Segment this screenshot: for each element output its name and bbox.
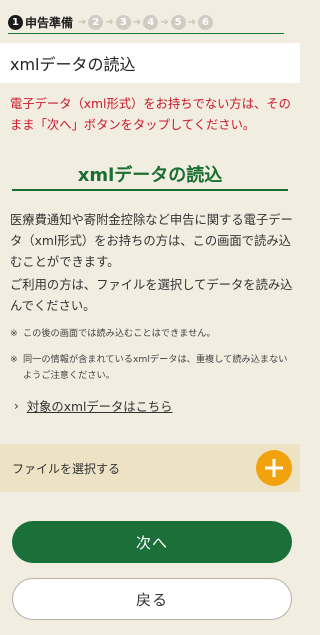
step-arrow-icon: ➔: [160, 16, 169, 28]
step-progress-underline: [8, 33, 284, 34]
step-4-indicator: 4: [143, 14, 159, 30]
step-arrow-icon: ➔: [105, 16, 114, 28]
note-mark: ※: [10, 328, 18, 339]
step-progress: 1 申告準備 ➔ 2 ➔ 3 ➔ 4 ➔ 5 ➔ 6: [0, 0, 300, 36]
step-3-indicator: 3: [115, 14, 131, 30]
note-2: ※ 同一の情報が含まれているxmlデータは、重複して読み込まないようご注意くださ…: [10, 352, 292, 384]
file-select-label: ファイルを選択する: [12, 461, 121, 476]
notice-text: 電子データ（xml形式）をお持ちでない方は、そのまま「次へ」ボタンをタップしてく…: [10, 97, 291, 132]
target-xml-link[interactable]: › 対象のxmlデータはこちら: [14, 396, 172, 416]
description-text: 医療費通知や寄附金控除など申告に関する電子データ（xml形式）をお持ちの方は、こ…: [10, 210, 294, 317]
note-1-text: この後の画面では読み込むことはできません。: [23, 328, 216, 339]
page-title: xmlデータの読込: [0, 43, 300, 83]
chevron-right-icon: ›: [14, 399, 19, 413]
step-arrow-icon: ➔: [132, 16, 142, 28]
note-mark: ※: [10, 354, 18, 365]
target-xml-link-text[interactable]: 対象のxmlデータはこちら: [27, 397, 173, 415]
step-5-indicator: 5: [170, 14, 186, 30]
step-arrow-icon: ➔: [187, 16, 196, 28]
description-paragraph-2: ご利用の方は、ファイルを選択してデータを読み込んでください。: [10, 278, 293, 313]
step-6-indicator: 6: [197, 14, 213, 30]
file-select-bar[interactable]: ファイルを選択する: [0, 444, 300, 492]
plus-icon: [265, 459, 283, 477]
step-1-indicator: 1: [8, 14, 23, 30]
step-arrow-icon: ➔: [78, 16, 87, 28]
description-paragraph-1: 医療費通知や寄附金控除など申告に関する電子データ（xml形式）をお持ちの方は、こ…: [10, 213, 293, 269]
add-file-button[interactable]: [256, 450, 292, 486]
step-2-indicator: 2: [88, 14, 104, 30]
note-1: ※ この後の画面では読み込むことはできません。: [10, 326, 292, 342]
next-button[interactable]: 次へ: [12, 521, 292, 563]
note-2-text: 同一の情報が含まれているxmlデータは、重複して読み込まないようご注意ください。: [23, 354, 288, 381]
section-heading: xmlデータの読込: [12, 161, 288, 191]
step-1-label: 申告準備: [25, 15, 74, 30]
back-button[interactable]: 戻る: [12, 578, 292, 620]
